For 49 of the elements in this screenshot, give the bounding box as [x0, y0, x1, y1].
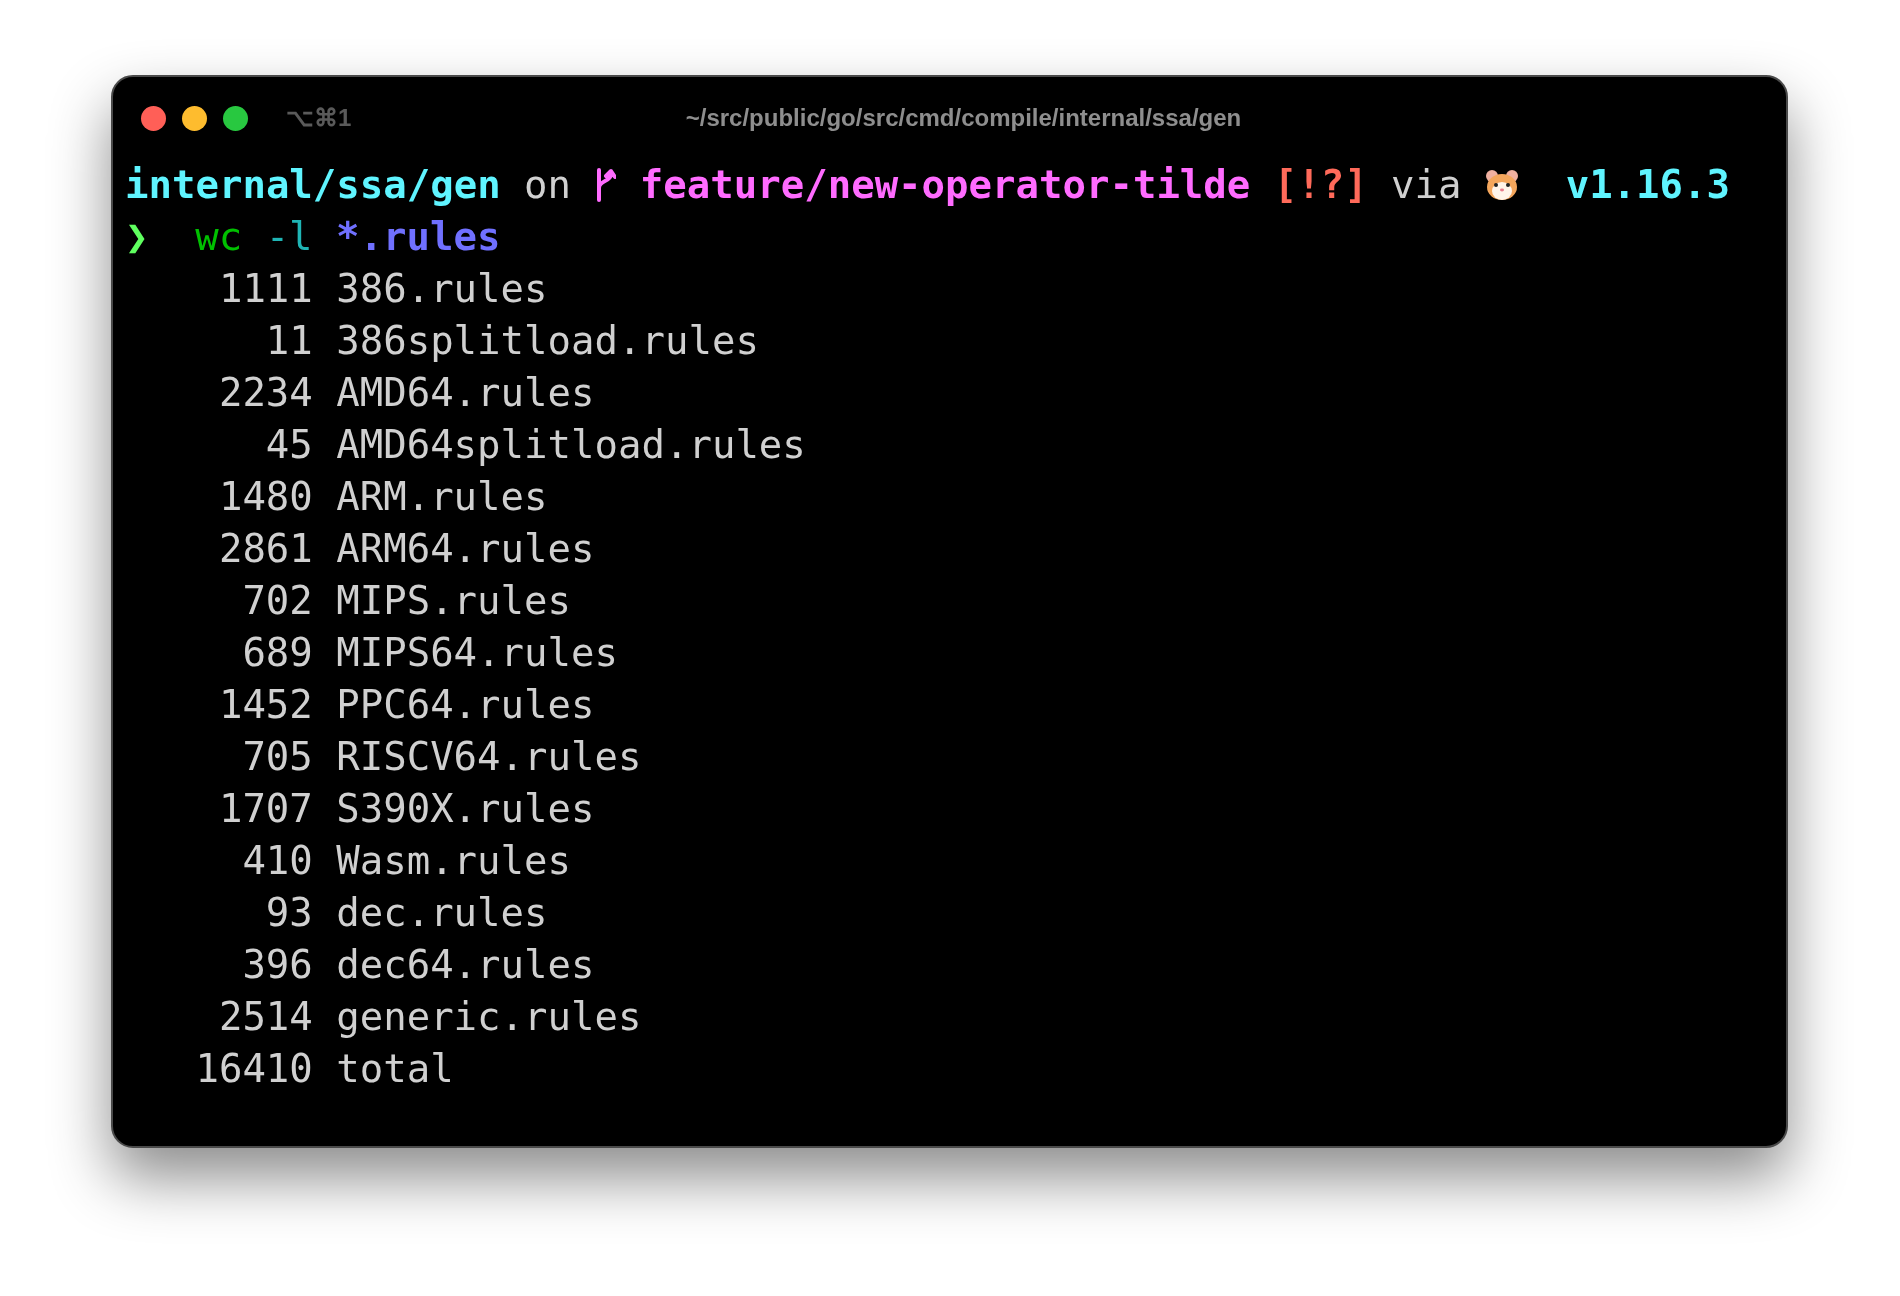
command-name: wc: [195, 213, 243, 261]
line-count: 702: [242, 577, 313, 625]
line-count: 705: [242, 733, 313, 781]
file-name: MIPS.rules: [336, 577, 572, 625]
file-name: 386splitload.rules: [336, 317, 759, 365]
file-name: AMD64splitload.rules: [336, 421, 806, 469]
file-name: 386.rules: [336, 265, 548, 313]
file-name: total: [336, 1045, 454, 1093]
directory-name: internal/ssa/gen: [125, 161, 501, 209]
line-count: 45: [265, 421, 313, 469]
close-button[interactable]: [141, 105, 166, 131]
branch-name: feature/new-operator-tilde: [639, 161, 1251, 209]
file-name: PPC64.rules: [336, 681, 595, 729]
file-name: ARM64.rules: [336, 525, 595, 573]
file-name: generic.rules: [336, 993, 642, 1041]
prompt-symbol: ❯: [125, 213, 149, 261]
window-title: ~/src/public/go/src/cmd/compile/internal/ssa/gen: [685, 103, 1242, 133]
file-name: S390X.rules: [336, 785, 595, 833]
line-count: 1480: [218, 473, 313, 521]
go-version: v1.16.3: [1565, 161, 1731, 209]
minimize-button[interactable]: [182, 105, 207, 131]
hamster-icon: [1484, 169, 1519, 201]
file-name: RISCV64.rules: [336, 733, 642, 781]
tab-shortcut: ⌥⌘1: [286, 103, 352, 133]
file-name: ARM.rules: [336, 473, 548, 521]
line-count: 2234: [218, 369, 313, 417]
line-count: 1111: [218, 265, 313, 313]
on-label: on: [524, 161, 572, 209]
file-name: MIPS64.rules: [336, 629, 618, 677]
via-label: via: [1391, 161, 1462, 209]
line-count: 1452: [218, 681, 313, 729]
line-count: 410: [242, 837, 313, 885]
branch-icon: [594, 168, 617, 202]
line-count: 1707: [218, 785, 313, 833]
file-name: AMD64.rules: [336, 369, 595, 417]
zoom-button[interactable]: [223, 105, 248, 131]
command-option: -l: [265, 211, 313, 263]
line-count: 689: [242, 629, 313, 677]
line-count: 2514: [218, 993, 313, 1041]
file-name: dec64.rules: [336, 941, 595, 989]
file-name: Wasm.rules: [336, 837, 572, 885]
line-count: 93: [265, 889, 313, 937]
line-count: 2861: [218, 525, 313, 573]
line-count: 396: [242, 941, 313, 989]
file-name: dec.rules: [336, 889, 548, 937]
line-count: 16410: [195, 1045, 313, 1093]
line-count: 11: [265, 317, 313, 365]
command-argument: *.rules: [336, 213, 501, 261]
git-status: [!?]: [1273, 161, 1368, 209]
